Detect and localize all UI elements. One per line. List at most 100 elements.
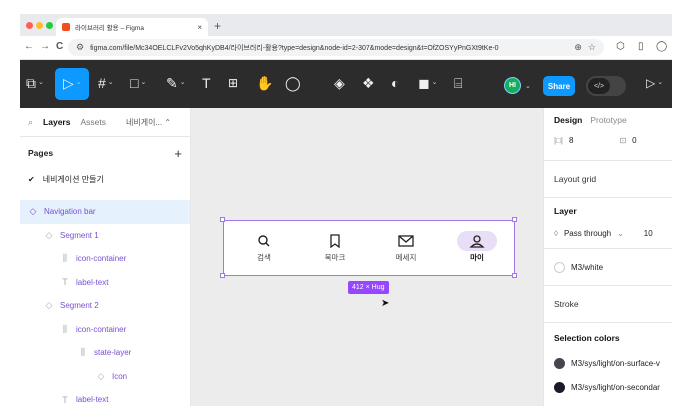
layer-label: Segment 2 (60, 301, 99, 311)
page-item[interactable]: ✔ 네비게이션 만들기 (20, 169, 190, 189)
forward-button[interactable]: → (40, 41, 50, 52)
profile-icon[interactable]: ◯ (656, 41, 667, 52)
tab-layers[interactable]: Layers (43, 117, 70, 127)
text-tool-button[interactable]: T (202, 74, 211, 92)
gap-input[interactable]: 0 (632, 136, 636, 145)
layout-grid-title[interactable]: Layout grid (544, 161, 672, 197)
layer-row-label-text[interactable]: T label-text (20, 271, 190, 295)
tab-prototype[interactable]: Prototype (590, 115, 626, 125)
sidebar-toggle-icon[interactable]: ▯ (638, 41, 644, 52)
fill-row[interactable]: M3/white (544, 249, 672, 285)
blend-mode-icon: ◊ (554, 228, 558, 238)
present-button[interactable]: ▷ ⌄ (646, 74, 663, 92)
resources-tool-button[interactable]: ⊞ (228, 74, 238, 92)
resize-handle-top-right[interactable] (512, 217, 517, 222)
component-tool-button[interactable]: ❖ (362, 74, 375, 92)
search-icon (258, 234, 270, 246)
resize-handle-top-left[interactable] (220, 217, 225, 222)
dev-mode-toggle[interactable]: </> (586, 76, 626, 96)
close-window-button[interactable] (26, 22, 33, 29)
layer-row-icon-container[interactable]: ⫼ icon-container (20, 247, 190, 271)
cursor-icon: ▷ (63, 75, 74, 91)
layer-label: Icon (112, 371, 128, 381)
layer-label: icon-container (76, 324, 127, 334)
nav-item-search[interactable]: 검색 (236, 227, 292, 269)
resize-handle-bottom-right[interactable] (512, 273, 517, 278)
frame-tool-button[interactable]: # ⌄ (98, 74, 114, 92)
selection-color-label: M3/sys/light/on-secondar (571, 382, 660, 392)
search-icon[interactable]: ⌕ (28, 117, 33, 128)
stroke-title[interactable]: Stroke (544, 286, 672, 322)
layer-section-title: Layer (554, 206, 577, 216)
fill-swatch[interactable] (554, 261, 565, 273)
main-menu-button[interactable]: ⧉ ⌄ (26, 74, 44, 92)
tab-design[interactable]: Design (554, 115, 582, 125)
extensions-icon[interactable]: ⬡ (616, 41, 625, 52)
padding-row: |□| 8 ⊡ 0 (544, 132, 672, 148)
layer-tree: ◇ Navigation bar ◇ Segment 1 ⫼ icon-cont… (20, 200, 190, 406)
tab-assets[interactable]: Assets (80, 117, 106, 127)
pages-header: Pages + (20, 137, 190, 169)
boolean-tool-button[interactable]: ◈ (334, 74, 345, 92)
shape-tool-button[interactable]: □ ⌄ (130, 74, 146, 92)
selection-color-row[interactable]: M3/sys/light/on-surface-v (544, 351, 672, 375)
maximize-window-button[interactable] (46, 22, 53, 29)
share-button[interactable]: Share (543, 76, 575, 96)
color-swatch[interactable] (554, 357, 565, 369)
design-canvas[interactable]: 검색 북마크 메세지 마이 412 × Hug ➤ (191, 108, 543, 406)
padding-input[interactable]: 8 (569, 136, 573, 145)
layer-row-icon[interactable]: ◇ Icon (20, 365, 190, 389)
nav-item-message[interactable]: 메세지 (378, 227, 434, 269)
layer-row-label-text[interactable]: T label-text (20, 388, 190, 406)
boolean-icon: ◈ (334, 75, 345, 91)
zoom-icon[interactable]: ⊕ (574, 42, 582, 53)
code-tool-button[interactable]: ⌸ (454, 74, 462, 92)
avatar-dropdown-button[interactable]: ⌄ (525, 78, 531, 96)
site-settings-icon[interactable]: ⚙ (76, 42, 84, 53)
color-swatch[interactable] (554, 381, 565, 393)
move-tool-button[interactable]: ▷ ⌄ (63, 74, 82, 92)
selection-color-row[interactable]: M3/sys/light/on-secondar (544, 375, 672, 399)
chevron-down-icon: ⌄ (617, 228, 624, 238)
nav-item-my[interactable]: 마이 (449, 227, 505, 269)
auto-layout-icon: ⫼ (62, 253, 68, 264)
page-dropdown[interactable]: 네비게이... ⌃ (126, 117, 171, 128)
layer-label: Navigation bar (44, 207, 96, 217)
minimize-window-button[interactable] (36, 22, 43, 29)
pen-tool-button[interactable]: ✎ ⌄ (166, 74, 186, 92)
vertical-padding-icon: ⊡ (619, 135, 627, 145)
layer-row-segment-2[interactable]: ◇ Segment 2 (20, 294, 190, 318)
navigation-bar-frame[interactable]: 검색 북마크 메세지 마이 (223, 220, 515, 276)
layer-row-navigation-bar[interactable]: ◇ Navigation bar (20, 200, 190, 224)
tab-title: 라이브러리 활용 – Figma (75, 25, 144, 32)
reload-button[interactable]: C (56, 41, 63, 52)
fill-tool-button[interactable]: ◼ ⌄ (418, 74, 438, 92)
fill-style-label: M3/white (571, 262, 604, 272)
blend-mode-select[interactable]: Pass through (564, 229, 611, 238)
layer-row-state-layer[interactable]: ⫼ state-layer (20, 341, 190, 365)
nav-item-bookmark[interactable]: 북마크 (307, 227, 363, 269)
layer-row-icon-container[interactable]: ⫼ icon-container (20, 318, 190, 342)
back-button[interactable]: ← (24, 41, 34, 52)
new-tab-button[interactable]: + (214, 19, 221, 33)
selection-color-label: M3/sys/light/on-surface-v (571, 358, 660, 368)
page-dropdown-label: 네비게이... (125, 117, 163, 127)
bookmark-star-icon[interactable]: ☆ (588, 42, 596, 53)
layer-row-segment-1[interactable]: ◇ Segment 1 (20, 224, 190, 248)
url-text[interactable]: figma.com/file/Mc34OELCLFv2Vo5qhKyDB4/라이… (90, 43, 568, 53)
browser-tab[interactable]: 라이브러리 활용 – Figma × (56, 18, 208, 36)
auto-layout-icon: ⫼ (62, 323, 68, 334)
hand-tool-button[interactable]: ✋ (256, 74, 273, 92)
play-icon: ▷ (646, 76, 656, 90)
opacity-input[interactable]: 10 (644, 229, 653, 238)
avatar[interactable]: HI (504, 77, 521, 94)
code-icon: ⌸ (454, 75, 463, 91)
bookmark-icon (330, 233, 340, 248)
address-bar[interactable]: ⚙ figma.com/file/Mc34OELCLFv2Vo5qhKyDB4/… (68, 39, 604, 56)
resize-handle-bottom-left[interactable] (220, 273, 225, 278)
comment-tool-button[interactable]: ◯ (285, 74, 301, 92)
tab-close-button[interactable]: × (197, 23, 202, 32)
comment-icon: ◯ (285, 75, 301, 91)
mask-tool-button[interactable]: ◐ (391, 74, 399, 92)
add-page-button[interactable]: + (174, 146, 182, 161)
